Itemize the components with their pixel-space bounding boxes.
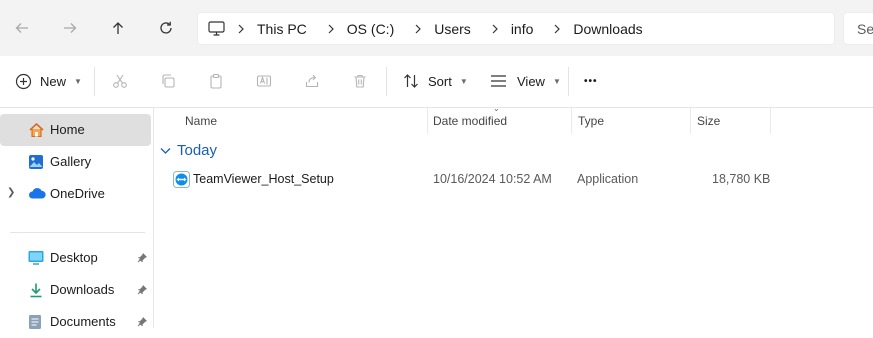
share-icon xyxy=(305,74,319,88)
view-icon xyxy=(491,75,506,87)
column-divider[interactable] xyxy=(770,108,771,134)
new-button[interactable]: New ▼ xyxy=(15,65,82,97)
column-divider[interactable] xyxy=(571,108,572,134)
up-button[interactable] xyxy=(102,12,134,44)
rename-button[interactable] xyxy=(251,68,277,94)
cloud-icon xyxy=(28,186,46,202)
delete-button[interactable] xyxy=(347,68,373,94)
chevron-down-icon: ▼ xyxy=(552,76,561,86)
more-options-button[interactable]: ••• xyxy=(584,65,598,97)
home-icon xyxy=(28,122,44,138)
address-bar[interactable]: This PC OS (C:) Users info Downloads xyxy=(197,12,835,45)
this-pc-icon xyxy=(208,21,225,36)
breadcrumb-info[interactable]: info xyxy=(507,21,538,37)
sidebar-item-label: OneDrive xyxy=(50,186,105,201)
chevron-right-icon[interactable] xyxy=(406,24,430,34)
sidebar-item-label: Desktop xyxy=(50,250,98,265)
sidebar-divider xyxy=(10,232,145,233)
teamviewer-icon xyxy=(173,171,190,191)
sidebar-item-label: Home xyxy=(50,122,85,137)
breadcrumb-users[interactable]: Users xyxy=(430,21,475,37)
share-button[interactable] xyxy=(299,68,325,94)
column-divider[interactable] xyxy=(427,108,428,134)
column-divider[interactable] xyxy=(690,108,691,134)
command-bar: New ▼ Sort ▼ View ▼ ••• xyxy=(0,56,873,108)
sidebar-item-label: Downloads xyxy=(50,282,115,297)
clipboard-icon xyxy=(210,73,222,89)
sidebar-item-desktop[interactable]: Desktop xyxy=(0,242,151,274)
desktop-icon xyxy=(28,250,44,266)
sidebar-item-label: Gallery xyxy=(50,154,92,169)
sidebar-item-downloads[interactable]: Downloads xyxy=(0,274,151,306)
scissors-icon xyxy=(113,74,127,88)
breadcrumb-os-c[interactable]: OS (C:) xyxy=(343,21,398,37)
breadcrumb-downloads[interactable]: Downloads xyxy=(569,21,646,37)
column-header-name[interactable]: Name xyxy=(185,108,217,134)
sidebar-item-label: Documents xyxy=(50,314,116,329)
sidebar-item-onedrive[interactable]: ❯ OneDrive xyxy=(0,178,151,210)
toolbar-divider xyxy=(568,67,569,96)
chevron-down-icon: ▼ xyxy=(74,76,82,86)
chevron-down-icon xyxy=(160,147,171,154)
column-header-type[interactable]: Type xyxy=(578,108,604,134)
chevron-right-icon[interactable] xyxy=(545,24,569,34)
navigation-bar: This PC OS (C:) Users info Downloads Se xyxy=(0,0,873,56)
sidebar-item-documents[interactable]: Documents xyxy=(0,306,151,338)
paste-button[interactable] xyxy=(203,68,229,94)
navigation-pane: Home Gallery ❯ OneDrive Desktop Download… xyxy=(0,108,154,329)
forward-button[interactable] xyxy=(54,12,86,44)
sort-button[interactable]: Sort ▼ xyxy=(403,65,468,97)
plus-circle-icon xyxy=(15,73,32,89)
download-icon xyxy=(28,282,44,298)
sidebar-item-home[interactable]: Home xyxy=(0,114,151,146)
group-header-today[interactable]: Today xyxy=(160,142,217,159)
column-header-size[interactable]: Size xyxy=(697,108,720,134)
sidebar-item-gallery[interactable]: Gallery xyxy=(0,146,151,178)
sort-label: Sort xyxy=(428,73,452,89)
back-button[interactable] xyxy=(6,12,38,44)
copy-button[interactable] xyxy=(155,68,181,94)
refresh-icon xyxy=(160,21,172,34)
refresh-button[interactable] xyxy=(150,12,182,44)
arrow-up-icon xyxy=(113,22,123,34)
view-button[interactable]: View ▼ xyxy=(490,65,561,97)
breadcrumb-this-pc[interactable]: This PC xyxy=(253,21,311,37)
file-name[interactable]: TeamViewer_Host_Setup xyxy=(193,172,334,186)
chevron-right-icon[interactable]: ❯ xyxy=(7,187,15,198)
file-date-modified: 10/16/2024 10:52 AM xyxy=(433,172,552,186)
file-row[interactable]: TeamViewer_Host_Setup 10/16/2024 10:52 A… xyxy=(160,167,773,193)
toolbar-divider xyxy=(386,67,387,96)
pin-icon[interactable] xyxy=(137,251,148,266)
chevron-right-icon[interactable] xyxy=(483,24,507,34)
file-type: Application xyxy=(577,172,639,186)
pin-icon[interactable] xyxy=(137,283,148,298)
arrow-right-icon xyxy=(64,23,77,33)
copy-icon xyxy=(162,74,175,88)
view-label: View xyxy=(517,73,545,89)
chevron-right-icon[interactable] xyxy=(319,24,343,34)
chevron-down-icon: ▼ xyxy=(459,76,468,86)
new-label: New xyxy=(40,73,67,89)
group-label: Today xyxy=(177,142,218,159)
trash-icon xyxy=(354,74,366,88)
cut-button[interactable] xyxy=(107,68,133,94)
search-input[interactable]: Se xyxy=(843,12,873,45)
column-header-date-modified[interactable]: Date modified xyxy=(433,108,507,134)
sort-icon xyxy=(404,74,418,88)
chevron-right-icon[interactable] xyxy=(229,24,253,34)
gallery-icon xyxy=(28,154,44,170)
arrow-left-icon xyxy=(15,23,28,33)
file-size: 18,780 KB xyxy=(712,172,771,186)
toolbar-divider xyxy=(94,67,95,96)
rename-icon xyxy=(256,75,272,87)
